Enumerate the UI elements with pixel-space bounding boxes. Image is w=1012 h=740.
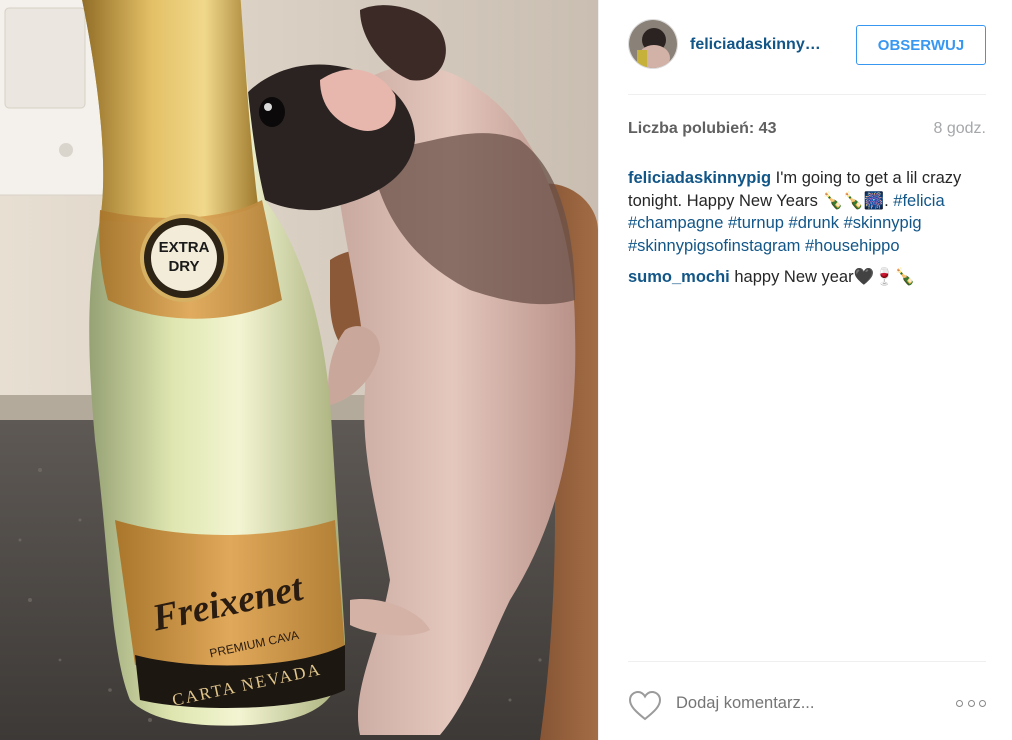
comment-username[interactable]: sumo_mochi: [628, 268, 730, 286]
more-dot: [967, 699, 975, 707]
more-dot: [956, 699, 963, 707]
likes-label: Liczba polubień:: [628, 120, 755, 137]
post-photo[interactable]: EXTRA DRY Freixenet PREMIUM CAVA CARTA N…: [0, 0, 598, 740]
post-photo-image: EXTRA DRY Freixenet PREMIUM CAVA CARTA N…: [0, 0, 598, 740]
post-stats: Liczba polubień: 43 8 godz.: [628, 120, 986, 138]
bottle-badge-line1: EXTRA: [159, 239, 210, 256]
avatar[interactable]: [628, 19, 678, 69]
more-dot: [979, 699, 986, 707]
more-options-icon[interactable]: [956, 698, 986, 708]
caption-username[interactable]: feliciadaskinnypig: [628, 169, 771, 187]
post-header: feliciadaskinny… OBSERWUJ: [628, 17, 986, 95]
post-time[interactable]: 8 godz.: [934, 120, 986, 138]
comment-item: sumo_mochi happy New year🖤🍷🍾: [628, 266, 986, 289]
comments-list: feliciadaskinnypig I'm going to get a li…: [628, 167, 986, 298]
header-username[interactable]: feliciadaskinny…: [690, 36, 821, 54]
post-sidebar: feliciadaskinny… OBSERWUJ Liczba polubie…: [598, 0, 1012, 740]
post-actions: [628, 661, 986, 740]
heart-icon[interactable]: [628, 690, 662, 722]
instagram-post: EXTRA DRY Freixenet PREMIUM CAVA CARTA N…: [0, 0, 1012, 740]
follow-button[interactable]: OBSERWUJ: [856, 25, 986, 65]
comment-input[interactable]: [676, 694, 926, 713]
comment-text: happy New year🖤🍷🍾: [734, 268, 916, 286]
likes-count: 43: [758, 120, 777, 137]
likes-summary[interactable]: Liczba polubień: 43: [628, 120, 776, 138]
caption: feliciadaskinnypig I'm going to get a li…: [628, 167, 986, 257]
bottle-badge-line2: DRY: [168, 258, 199, 275]
